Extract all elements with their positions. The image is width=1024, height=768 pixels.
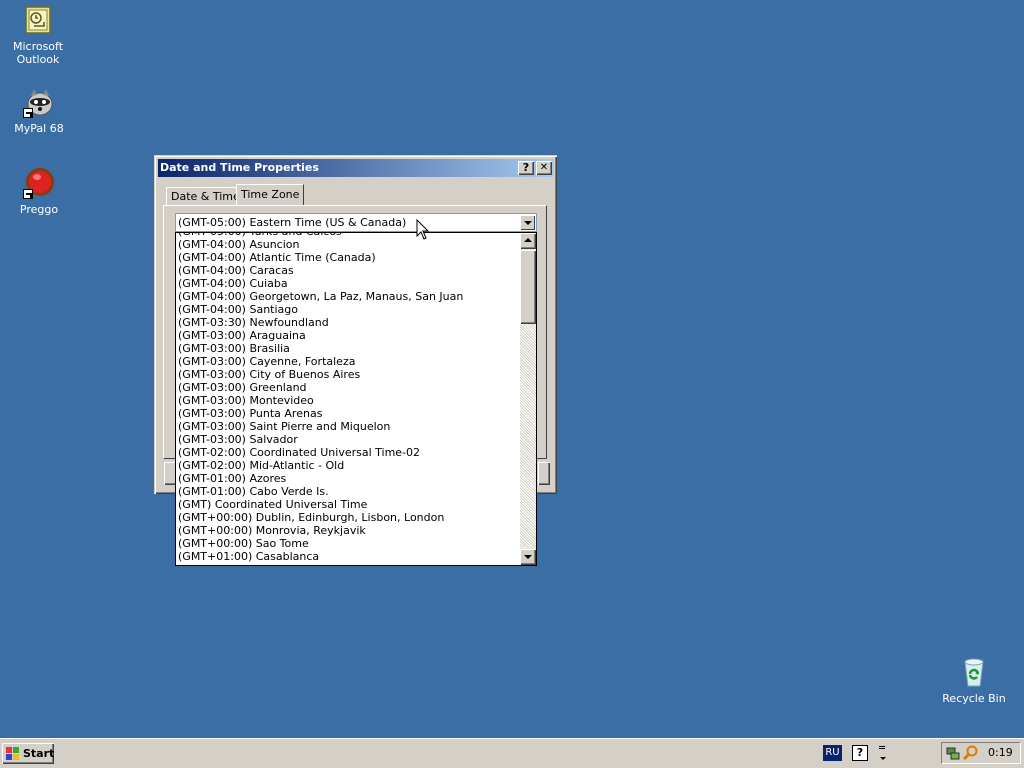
timezone-option[interactable]: (GMT-04:00) Caracas [176, 264, 520, 277]
timezone-option[interactable]: (GMT-03:30) Newfoundland [176, 316, 520, 329]
chevron-up-icon [524, 238, 532, 242]
clock[interactable]: 0:19 [988, 746, 1013, 760]
timezone-option[interactable]: (GMT-02:00) Coordinated Universal Time-0… [176, 446, 520, 459]
language-options-icon[interactable] [878, 745, 888, 763]
timezone-option[interactable]: (GMT-03:00) Salvador [176, 433, 520, 446]
combo-dropdown-button[interactable] [520, 215, 535, 230]
timezone-option[interactable]: (GMT+01:00) Casablanca [176, 550, 520, 563]
close-button[interactable]: ✕ [536, 161, 552, 175]
timezone-option[interactable]: (GMT-03:00) Saint Pierre and Miquelon [176, 420, 520, 433]
chevron-down-icon [524, 555, 532, 559]
timezone-option[interactable]: (GMT-03:00) Punta Arenas [176, 407, 520, 420]
desktop-icon-label: Microsoft Outlook [12, 40, 64, 66]
dropdown-scrollbar[interactable] [520, 233, 536, 565]
timezone-option[interactable]: (GMT-01:00) Cabo Verde Is. [176, 485, 520, 498]
desktop-icon-recycle-bin[interactable]: Recycle Bin [936, 656, 1012, 705]
desktop-icon-label: Recycle Bin [942, 692, 1006, 705]
timezone-dropdown-list[interactable]: (GMT-05:00) Turks and Caicos(GMT-04:00) … [175, 232, 537, 566]
timezone-selected-value: (GMT-05:00) Eastern Time (US & Canada) [178, 216, 407, 229]
chevron-down-icon [524, 221, 532, 225]
timezone-options: (GMT-05:00) Turks and Caicos(GMT-04:00) … [176, 233, 520, 563]
shortcut-arrow-icon [23, 189, 33, 199]
help-icon[interactable]: ? [852, 745, 868, 761]
timezone-combo[interactable]: (GMT-05:00) Eastern Time (US & Canada) [175, 213, 537, 232]
scroll-down-button[interactable] [520, 549, 536, 565]
timezone-option[interactable]: (GMT+00:00) Monrovia, Reykjavik [176, 524, 520, 537]
timezone-option[interactable]: (GMT-04:00) Asuncion [176, 238, 520, 251]
timezone-option[interactable]: (GMT-04:00) Santiago [176, 303, 520, 316]
help-icon-label: ? [856, 746, 864, 759]
dialog-titlebar[interactable]: Date and Time Properties ? ✕ [158, 159, 554, 177]
timezone-option[interactable]: (GMT-04:00) Atlantic Time (Canada) [176, 251, 520, 264]
windows-logo-icon [6, 747, 20, 760]
taskbar: Start RU ? 0:19 [0, 738, 1024, 768]
scroll-up-button[interactable] [520, 233, 536, 249]
raccoon-icon [23, 86, 55, 118]
timezone-option[interactable]: (GMT-03:00) Araguaina [176, 329, 520, 342]
desktop-icon-preggo[interactable]: Preggo [1, 167, 77, 216]
start-label: Start [23, 747, 55, 760]
mouse-cursor-icon [416, 218, 430, 241]
tab-date-time[interactable]: Date & Time [166, 187, 245, 205]
timezone-option[interactable]: (GMT-03:00) Montevideo [176, 394, 520, 407]
recycle-bin-icon [958, 656, 990, 688]
desktop-icon-outlook[interactable]: Microsoft Outlook [0, 4, 76, 66]
timezone-option[interactable]: (GMT-03:00) Greenland [176, 381, 520, 394]
desktop-icon-label: MyPal 68 [14, 122, 64, 135]
system-tray: 0:19 [941, 742, 1021, 764]
timezone-option[interactable]: (GMT-03:00) Brasilia [176, 342, 520, 355]
timezone-option[interactable]: (GMT-01:00) Azores [176, 472, 520, 485]
dialog-title: Date and Time Properties [160, 161, 319, 174]
help-button[interactable]: ? [518, 161, 534, 175]
desktop-icon-mypal[interactable]: MyPal 68 [1, 86, 77, 135]
network-icon[interactable] [946, 745, 962, 761]
timezone-option[interactable]: (GMT-03:00) Cayenne, Fortaleza [176, 355, 520, 368]
language-label: RU [825, 747, 840, 758]
timezone-option[interactable]: (GMT) Coordinated Universal Time [176, 498, 520, 511]
search-icon[interactable] [962, 745, 979, 761]
language-indicator[interactable]: RU [823, 745, 842, 761]
red-orb-icon [23, 167, 55, 199]
desktop-icon-label: Preggo [19, 203, 59, 216]
shortcut-arrow-icon [23, 108, 33, 118]
timezone-option[interactable]: (GMT+00:00) Sao Tome [176, 537, 520, 550]
timezone-option[interactable]: (GMT-04:00) Georgetown, La Paz, Manaus, … [176, 290, 520, 303]
dialog-button[interactable] [538, 462, 550, 485]
scroll-thumb[interactable] [520, 250, 536, 324]
timezone-option[interactable]: (GMT+00:00) Dublin, Edinburgh, Lisbon, L… [176, 511, 520, 524]
timezone-option[interactable]: (GMT-02:00) Mid-Atlantic - Old [176, 459, 520, 472]
start-button[interactable]: Start [2, 743, 54, 764]
outlook-icon [22, 4, 54, 36]
timezone-option[interactable]: (GMT-03:00) City of Buenos Aires [176, 368, 520, 381]
timezone-option[interactable]: (GMT-04:00) Cuiaba [176, 277, 520, 290]
tab-time-zone[interactable]: Time Zone [236, 184, 305, 205]
